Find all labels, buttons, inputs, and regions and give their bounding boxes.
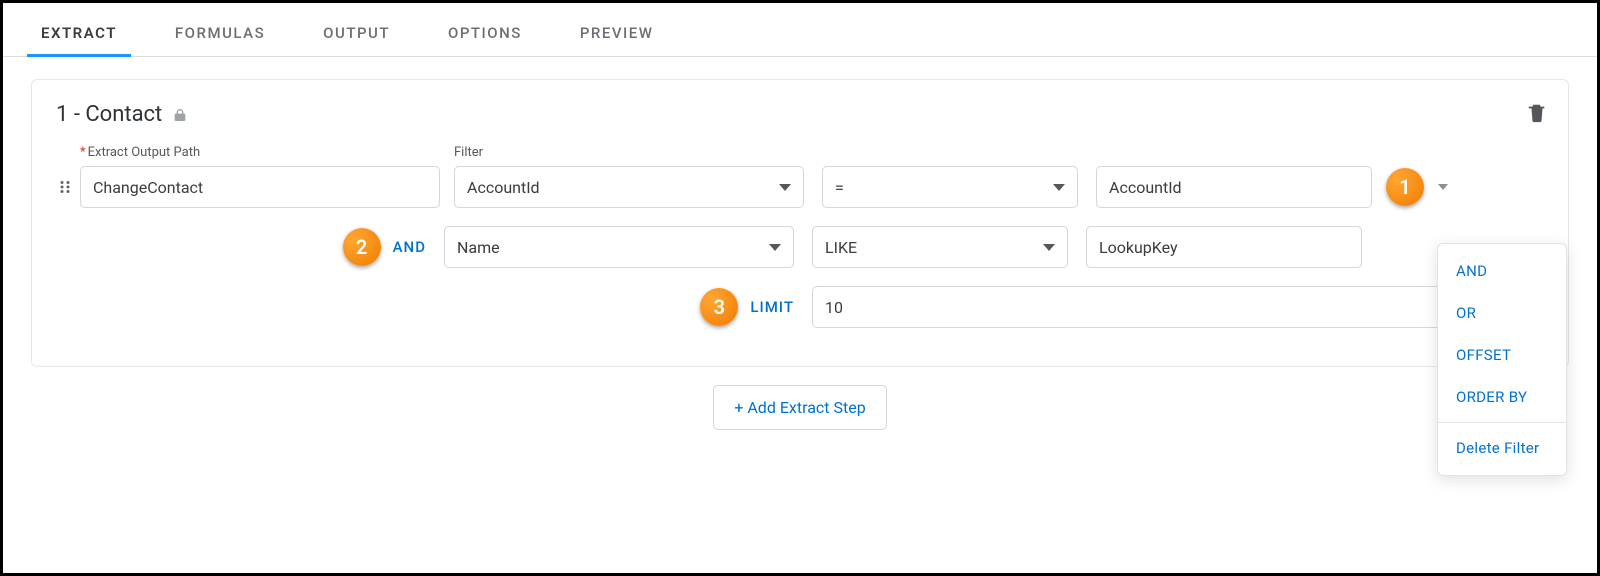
caret-down-icon [769,244,781,251]
caret-down-icon [1043,244,1055,251]
drag-handle-icon[interactable] [56,178,74,196]
callout-3: 3 [700,288,738,326]
filter-menu-or[interactable]: OR [1438,292,1566,334]
callout-1: 1 [1386,168,1424,206]
tab-bar: EXTRACT FORMULAS OUTPUT OPTIONS PREVIEW [3,3,1597,57]
caret-down-icon [779,184,791,191]
filter-operator-select-2[interactable]: LIKE [812,226,1068,268]
add-step-row: + Add Extract Step [3,385,1597,430]
filter-label: Filter [454,145,804,160]
tab-preview[interactable]: PREVIEW [566,12,668,56]
filter-menu-order-by[interactable]: ORDER BY [1438,376,1566,418]
extract-step-panel: 1 - Contact *Extract Output Path Filter … [31,79,1569,367]
step-header: 1 - Contact [56,102,1544,127]
filter-joiner-and[interactable]: AND [393,238,426,256]
filter-menu-offset[interactable]: OFFSET [1438,334,1566,376]
menu-divider [1438,422,1566,423]
tab-options[interactable]: OPTIONS [434,12,536,56]
filter-row-2: 2 AND Name LIKE LookupKey [56,226,1544,268]
filter-value-input-2[interactable]: LookupKey [1086,226,1362,268]
caret-down-icon [1053,184,1065,191]
filter-operator-select-1[interactable]: = [822,166,1078,208]
filter-labels-row: *Extract Output Path Filter [80,145,1544,166]
app-frame: EXTRACT FORMULAS OUTPUT OPTIONS PREVIEW … [0,0,1600,576]
limit-row: 3 LIMIT 10 [56,286,1544,328]
callout-2: 2 [343,228,381,266]
trash-icon[interactable] [1526,102,1548,124]
filter-field-select-1[interactable]: AccountId [454,166,804,208]
filter-row-menu-toggle[interactable] [1438,184,1448,190]
filter-options-menu: AND OR OFFSET ORDER BY Delete Filter [1437,243,1567,476]
tab-output[interactable]: OUTPUT [309,12,404,56]
filter-menu-delete[interactable]: Delete Filter [1438,427,1566,469]
add-extract-step-button[interactable]: + Add Extract Step [713,385,886,430]
extract-output-path-input[interactable]: ChangeContact [80,166,440,208]
limit-label: LIMIT [750,298,794,316]
tab-formulas[interactable]: FORMULAS [161,12,279,56]
lock-icon [172,107,188,123]
limit-input[interactable]: 10 [812,286,1504,328]
tab-extract[interactable]: EXTRACT [27,12,131,56]
filter-menu-and[interactable]: AND [1438,250,1566,292]
filter-value-input-1[interactable]: AccountId [1096,166,1372,208]
filter-row-1: ChangeContact AccountId = AccountId 1 [56,166,1544,208]
extract-output-path-label: *Extract Output Path [80,145,440,160]
filter-field-select-2[interactable]: Name [444,226,794,268]
step-title: 1 - Contact [56,102,162,127]
